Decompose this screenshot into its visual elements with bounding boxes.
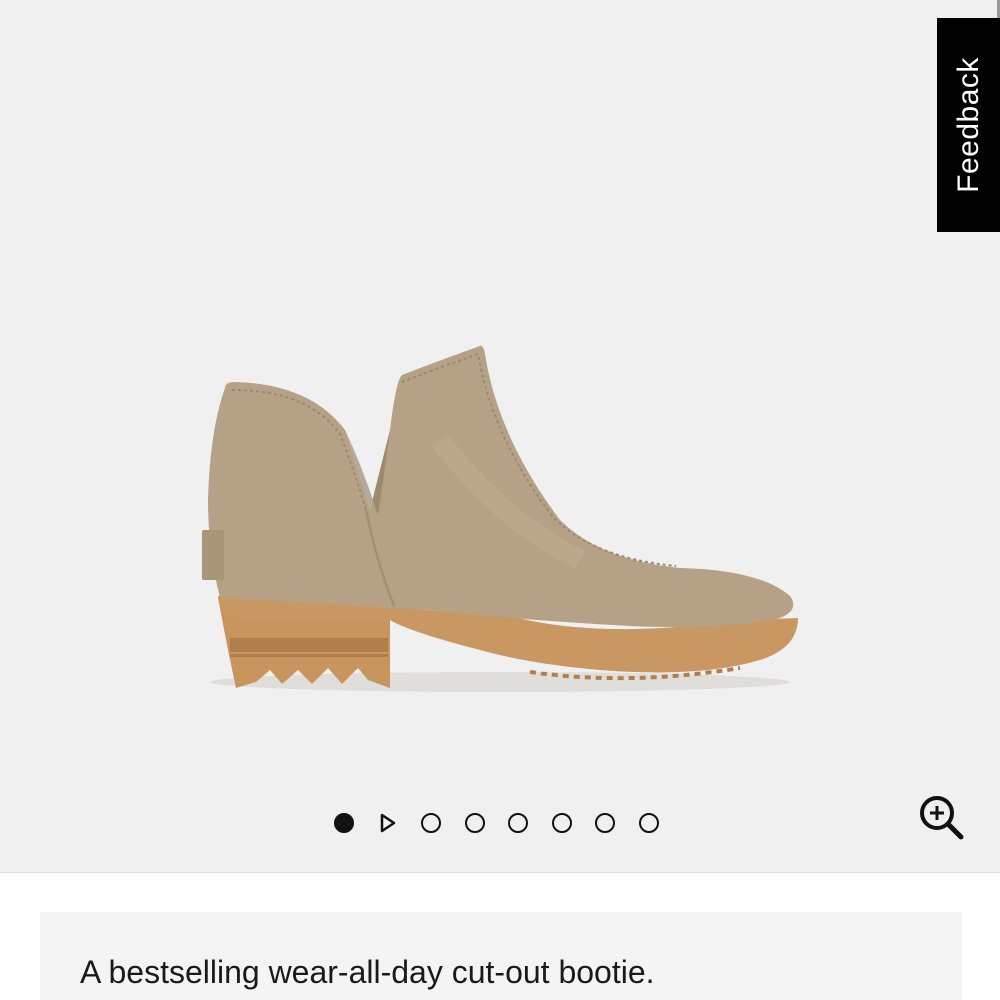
- product-image[interactable]: [180, 320, 820, 710]
- carousel-dot-4[interactable]: [508, 813, 528, 833]
- play-icon: [380, 813, 395, 833]
- zoom-in-icon[interactable]: [917, 793, 967, 843]
- boot-upper: [208, 345, 794, 627]
- feedback-label: Feedback: [951, 57, 985, 193]
- product-description: A bestselling wear-all-day cut-out booti…: [80, 954, 655, 990]
- carousel-dot-6[interactable]: [595, 813, 615, 833]
- carousel-dot-3[interactable]: [464, 813, 485, 833]
- carousel-dot-1[interactable]: [334, 813, 354, 833]
- carousel-pagination: [334, 808, 682, 838]
- carousel-dot-5[interactable]: [551, 813, 572, 833]
- heel-stack-line-2: [230, 654, 388, 657]
- image-shadow: [210, 672, 790, 692]
- heel-pull-tab: [202, 530, 224, 580]
- section-divider: [0, 872, 1000, 873]
- carousel-dot-7[interactable]: [638, 813, 659, 833]
- carousel-dot-2[interactable]: [421, 813, 441, 833]
- play-button[interactable]: [378, 813, 398, 833]
- product-page: Feedback A bestselling wear-all-day cut-…: [0, 0, 1000, 1000]
- product-image-gallery: Feedback: [0, 0, 1000, 872]
- product-description-card: A bestselling wear-all-day cut-out booti…: [40, 912, 962, 1000]
- feedback-button[interactable]: Feedback: [937, 18, 1000, 232]
- heel-stack-line: [230, 638, 388, 652]
